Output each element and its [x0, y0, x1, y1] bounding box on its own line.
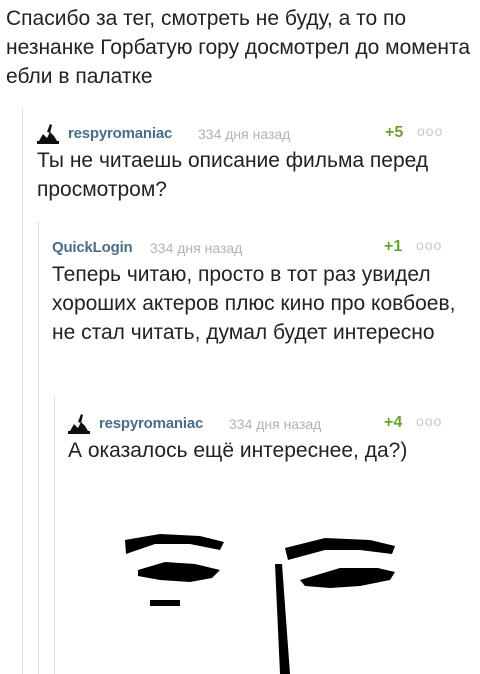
- parent-comment-text: Спасибо за тег, смотреть не буду, а то п…: [6, 7, 471, 88]
- rating: +5: [385, 124, 404, 141]
- left-eye: [138, 562, 220, 582]
- comment-header: QuickLogin 334 дня назад +1 ooo: [52, 237, 472, 260]
- username[interactable]: respyromaniac: [68, 125, 172, 142]
- username[interactable]: respyromaniac: [99, 415, 203, 432]
- comment: respyromaniac 334 дня назад +4 ooo А ока…: [68, 412, 468, 465]
- avatar-icon[interactable]: [68, 412, 90, 434]
- rating: +1: [384, 238, 403, 255]
- thread-line[interactable]: [22, 108, 23, 674]
- comment-text: Теперь читаю, просто в тот раз увидел хо…: [52, 263, 456, 344]
- left-eyebrow: [125, 534, 224, 554]
- thread-line[interactable]: [38, 222, 39, 674]
- comment-header: respyromaniac 334 дня назад +4 ooo: [68, 412, 468, 436]
- nose-line: [275, 564, 290, 674]
- more-options-icon[interactable]: ooo: [416, 237, 442, 253]
- avatar-icon[interactable]: [37, 122, 59, 144]
- timestamp[interactable]: 334 дня назад: [150, 240, 242, 256]
- comment: respyromaniac 334 дня назад +5 ooo Ты не…: [37, 122, 467, 204]
- more-options-icon[interactable]: ooo: [417, 123, 443, 139]
- left-eye-shadow: [150, 600, 180, 606]
- thread-line[interactable]: [54, 396, 55, 674]
- comment: QuickLogin 334 дня назад +1 ooo Теперь ч…: [52, 237, 472, 347]
- right-eyebrow: [285, 538, 395, 560]
- comment-text: А оказалось ещё интереснее, да?): [68, 439, 408, 462]
- more-options-icon[interactable]: ooo: [416, 413, 442, 429]
- rating: +4: [384, 414, 403, 431]
- username[interactable]: QuickLogin: [52, 239, 133, 256]
- comment-header: respyromaniac 334 дня назад +5 ooo: [37, 122, 467, 146]
- timestamp[interactable]: 334 дня назад: [229, 416, 321, 432]
- right-eye: [300, 568, 395, 588]
- suspicious-face-meme-image: [125, 534, 395, 674]
- timestamp[interactable]: 334 дня назад: [198, 126, 290, 142]
- comment-text: Ты не читаешь описание фильма перед прос…: [37, 149, 429, 201]
